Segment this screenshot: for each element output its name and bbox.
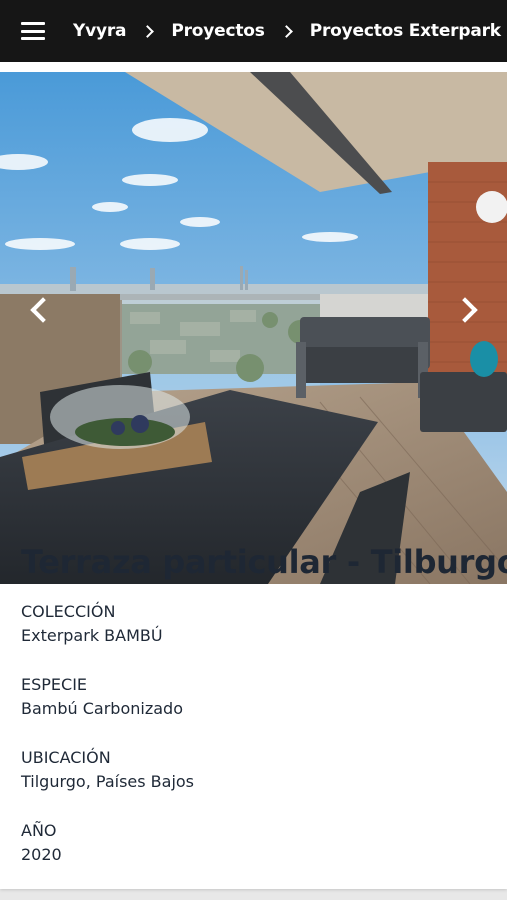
detail-label: UBICACIÓN	[21, 748, 111, 767]
project-photo-carousel	[0, 72, 507, 584]
breadcrumb-proyectos[interactable]: Proyectos	[171, 21, 265, 41]
breadcrumb-current: Proyectos Exterpark BAMBÚ	[309, 21, 507, 41]
breadcrumb-home[interactable]: Yvyra	[73, 21, 127, 41]
hamburger-menu-icon[interactable]	[21, 22, 45, 40]
project-card: Terraza particular - Tilburgo COLECCIÓN …	[0, 62, 507, 889]
project-title: Terraza particular - Tilburgo	[21, 543, 507, 581]
chevron-left-icon[interactable]	[24, 290, 54, 330]
top-nav-bar: Yvyra Proyectos Proyectos Exterpark BAMB…	[0, 0, 507, 62]
detail-label: ESPECIE	[21, 675, 88, 694]
detail-especie: ESPECIE Bambú Carbonizado	[21, 675, 481, 748]
chevron-right-icon	[279, 24, 293, 38]
project-details: COLECCIÓN Exterpark BAMBÚ ESPECIE Bambú …	[21, 602, 481, 894]
detail-value: Tilgurgo, Países Bajos	[21, 772, 195, 791]
detail-value: Exterpark BAMBÚ	[21, 626, 163, 645]
chevron-right-icon[interactable]	[452, 290, 482, 330]
detail-coleccion: COLECCIÓN Exterpark BAMBÚ	[21, 602, 481, 675]
detail-label: AÑO	[21, 821, 57, 840]
chevron-right-icon	[141, 24, 155, 38]
detail-value: 2020	[21, 845, 62, 864]
detail-ano: AÑO 2020	[21, 821, 481, 894]
terrace-photo	[0, 72, 507, 584]
detail-ubicacion: UBICACIÓN Tilgurgo, Países Bajos	[21, 748, 481, 821]
detail-label: COLECCIÓN	[21, 602, 116, 621]
detail-value: Bambú Carbonizado	[21, 699, 183, 718]
